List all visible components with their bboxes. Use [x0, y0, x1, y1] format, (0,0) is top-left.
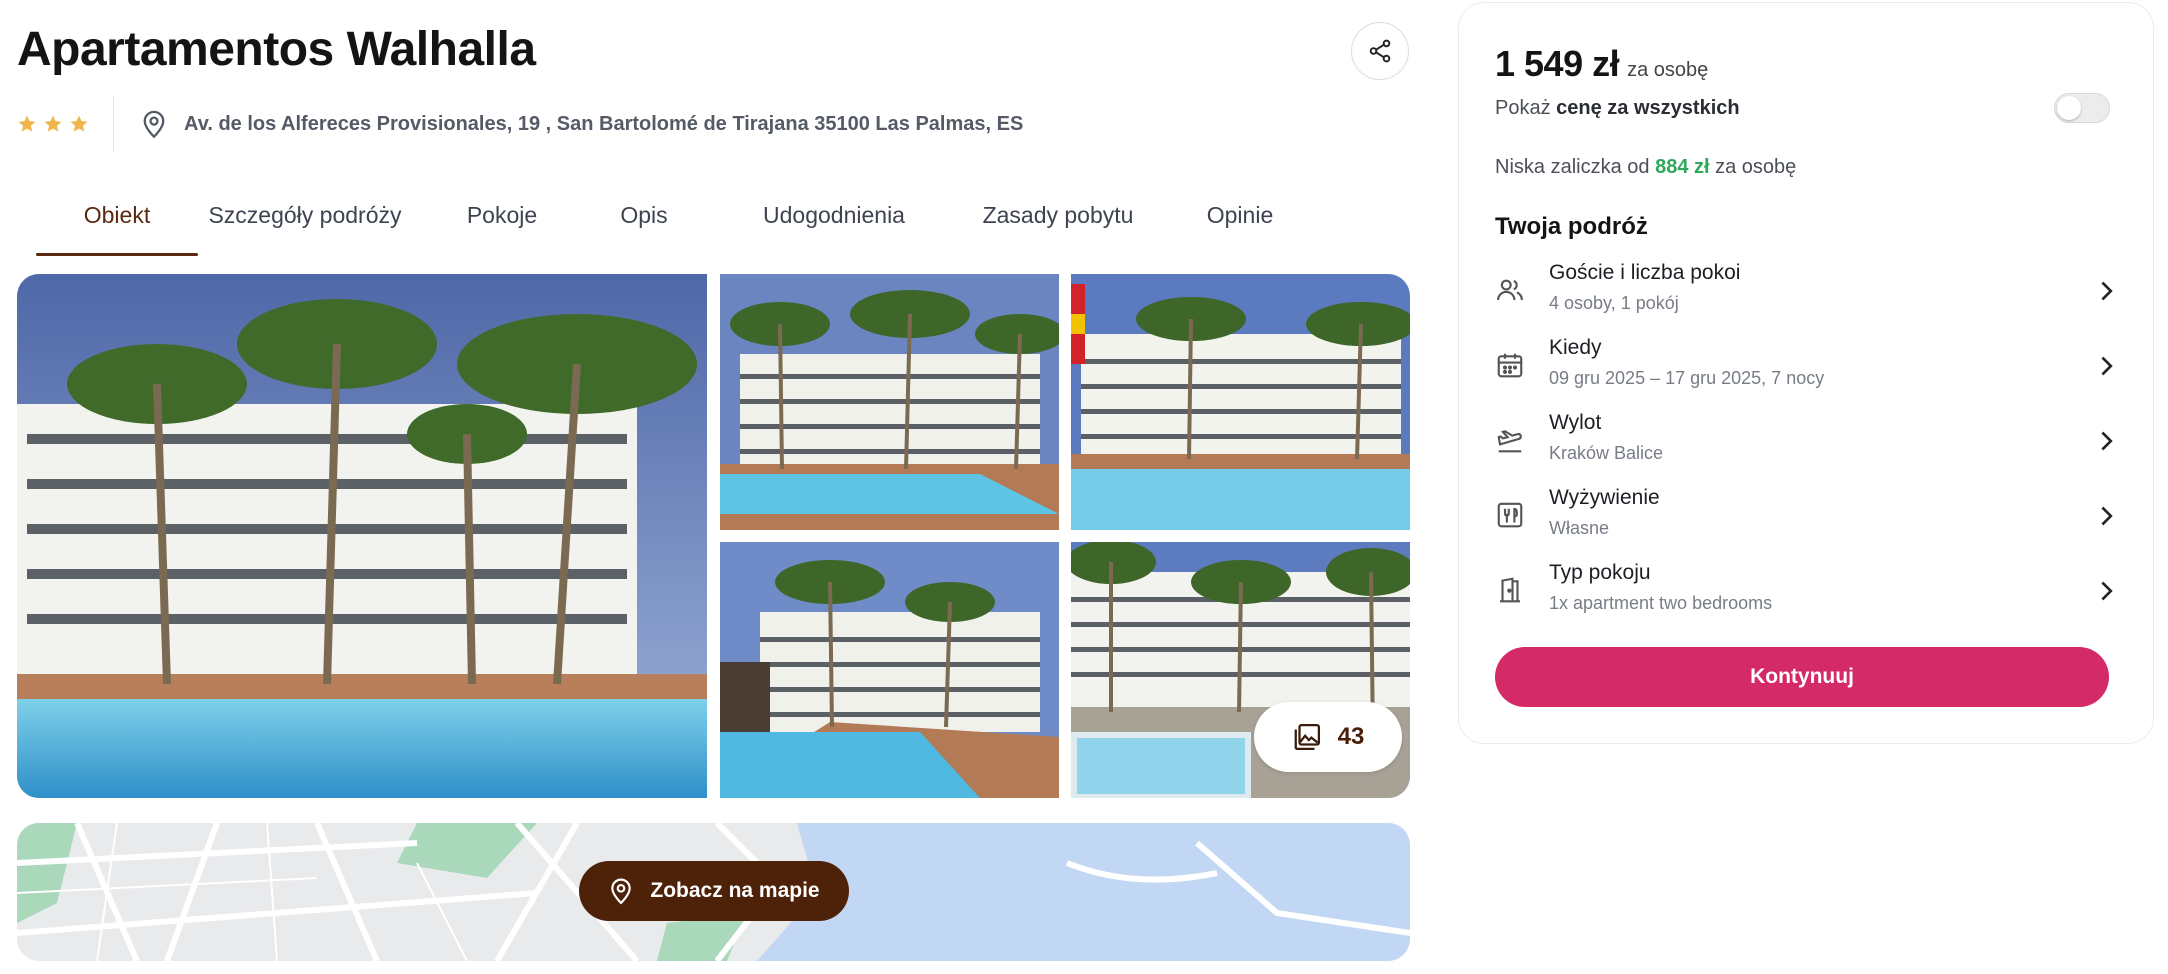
hotel-address: Av. de los Alfereces Provisionales, 19 ,…	[184, 112, 1024, 135]
trip-row-guests[interactable]: Goście i liczba pokoi 4 osoby, 1 pokój	[1495, 261, 2119, 325]
chevron-right-icon	[2101, 506, 2113, 526]
show-on-map-label: Zobacz na mapie	[650, 879, 820, 902]
share-button[interactable]	[1351, 22, 1409, 80]
star-icon	[70, 115, 88, 132]
star-icon	[18, 115, 36, 132]
tab-opinie[interactable]: Opinie	[1195, 190, 1285, 256]
location-pin-icon	[611, 878, 632, 905]
divider	[113, 96, 114, 152]
gallery-photo-2[interactable]	[720, 274, 1059, 530]
booking-panel: 1 549 zł za osobę Pokaż cenę za wszystki…	[1458, 2, 2154, 744]
tab-zasady-pobytu[interactable]: Zasady pobytu	[973, 190, 1143, 256]
all-guests-price-toggle[interactable]	[2054, 93, 2110, 123]
door-icon	[1500, 577, 1520, 603]
tab-obiekt[interactable]: Obiekt	[36, 190, 198, 256]
gallery-icon	[1294, 724, 1320, 750]
trip-row-meals[interactable]: Wyżywienie Własne	[1495, 486, 2119, 550]
tab-szczegoly-podrozy[interactable]: Szczegóły podróży	[205, 190, 405, 256]
trip-row-dates[interactable]: Kiedy 09 gru 2025 – 17 gru 2025, 7 nocy	[1495, 336, 2119, 400]
photo-gallery: 43	[17, 274, 1410, 798]
chevron-right-icon	[2101, 581, 2113, 601]
share-icon	[1369, 39, 1391, 63]
tab-udogodnienia[interactable]: Udogodnienia	[739, 190, 929, 256]
tab-pokoje[interactable]: Pokoje	[447, 190, 557, 256]
gallery-photo-4[interactable]	[720, 542, 1059, 798]
all-guests-price-label: Pokaż cenę za wszystkich	[1495, 97, 1740, 119]
photo-count: 43	[1337, 723, 1365, 750]
price-unit: za osobę	[1627, 59, 1709, 81]
deposit-amount: 884 zł	[1655, 156, 1710, 178]
hotel-title: Apartamentos Walhalla	[17, 23, 536, 76]
chevron-right-icon	[2101, 356, 2113, 376]
plane-departure-icon	[1497, 430, 1522, 453]
deposit-info: Niska zaliczka od 884 zł za osobę	[1495, 156, 1797, 178]
gallery-photo-3[interactable]	[1071, 274, 1410, 530]
star-rating	[17, 114, 113, 134]
users-icon	[1497, 279, 1523, 301]
trip-heading: Twoja podróż	[1495, 213, 1648, 240]
star-icon	[44, 115, 62, 132]
chevron-right-icon	[2101, 281, 2113, 301]
hotel-meta: Av. de los Alfereces Provisionales, 19 ,…	[17, 96, 1023, 152]
trip-row-departure[interactable]: Wylot Kraków Balice	[1495, 411, 2119, 475]
continue-button[interactable]: Kontynuuj	[1495, 647, 2109, 707]
chevron-right-icon	[2101, 431, 2113, 451]
meal-icon	[1497, 502, 1523, 528]
section-tabs: Obiekt Szczegóły podróży Pokoje Opis Udo…	[36, 190, 1285, 256]
all-photos-button[interactable]: 43	[1254, 702, 1402, 772]
calendar-icon	[1497, 353, 1523, 378]
gallery-photo-main[interactable]	[17, 274, 707, 798]
show-on-map-button[interactable]: Zobacz na mapie	[579, 861, 849, 921]
trip-row-room-type[interactable]: Typ pokoju 1x apartment two bedrooms	[1495, 561, 2119, 625]
price: 1 549 zł	[1495, 43, 1620, 84]
price-line: 1 549 zł za osobę	[1495, 43, 1708, 85]
location-pin-icon	[143, 110, 165, 139]
toggle-knob	[2057, 96, 2081, 120]
tab-opis[interactable]: Opis	[609, 190, 679, 256]
